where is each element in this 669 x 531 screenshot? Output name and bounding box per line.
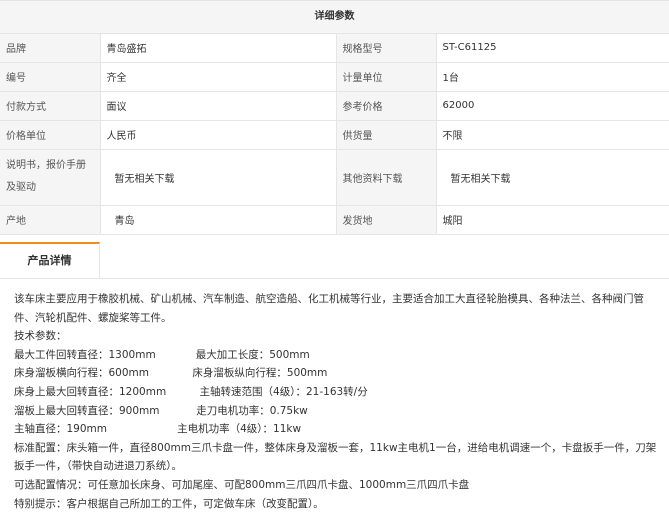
detail-tabs: 产品详情 [0,242,669,279]
download-link[interactable]: 暂无相关下载 [99,149,336,206]
description-line: 技术参数： [14,330,67,343]
spec-label: 计量单位 [335,62,436,92]
download-link[interactable]: 暂无相关下载 [435,149,669,206]
spec-value: 不限 [435,120,669,150]
description-line: 床身溜板横向行程：600mm 床身溜板纵向行程：500mm [14,367,328,380]
spec-label: 参考价格 [335,91,436,121]
description-line: 主轴直径：190mm 主电机功率（4级）：11kw [14,423,302,436]
description-line: 溜板上最大回转直径：900mm 走刀电机功率：0.75kw [14,404,308,417]
description-line: 该车床主要应用于橡胶机械、矿山机械、汽车制造、航空造船、化工机械等行业，主要适合… [14,293,644,324]
spec-label: 规格型号 [335,34,436,63]
description-line: 特别提示：客户根据自己所加工的工件，可定做车床（改变配置）。 [14,497,324,510]
spec-row: 付款方式 面议 参考价格 62000 [0,91,669,121]
spec-label: 付款方式 [0,91,100,121]
spec-value: 1台 [435,62,669,92]
spec-value: 齐全 [99,62,336,92]
spec-value: 青岛 [99,205,336,235]
spec-value: 人民币 [99,120,336,150]
spec-label: 价格单位 [0,120,100,150]
spec-value: 城阳 [435,205,669,235]
spec-table: 详细参数 品牌 青岛盛拓 规格型号 ST-C61125 编号 齐全 计量单位 1… [0,0,669,235]
spec-label: 发货地 [335,205,436,235]
spec-value: ST-C61125 [435,34,669,63]
spec-value: 面议 [99,91,336,121]
spec-value: 青岛盛拓 [99,34,336,63]
spec-value: 62000 [435,91,669,121]
description-line: 可选配置情况：可任意加长床身、可加尾座、可配800mm三爪四爪卡盘、1000mm… [14,478,470,491]
spec-row: 价格单位 人民币 供货量 不限 [0,120,669,150]
product-description: 该车床主要应用于橡胶机械、矿山机械、汽车制造、航空造船、化工机械等行业，主要适合… [14,290,664,513]
tab-product-details[interactable]: 产品详情 [0,242,100,278]
spec-label: 产地 [0,205,100,235]
spec-row: 编号 齐全 计量单位 1台 [0,62,669,92]
description-line: 最大工件回转直径：1300mm 最大加工长度：500mm [14,348,310,361]
spec-label: 编号 [0,62,100,92]
spec-header: 详细参数 [0,0,669,34]
spec-row: 说明书，报价手册及驱动 暂无相关下载 其他资料下载 暂无相关下载 [0,149,669,206]
description-line: 床身上最大回转直径：1200mm 主轴转速范围（4级）：21-163转/分 [14,385,368,398]
spec-label: 供货量 [335,120,436,150]
spec-label: 其他资料下载 [335,149,436,206]
spec-label: 品牌 [0,34,100,63]
spec-grid: 品牌 青岛盛拓 规格型号 ST-C61125 编号 齐全 计量单位 1台 付款方… [0,34,669,235]
description-line: 标准配置：床头箱一件，直径800mm三爪卡盘一件，整体床身及溜板一套，11kw主… [14,441,657,473]
spec-row: 产地 青岛 发货地 城阳 [0,205,669,235]
spec-label: 说明书，报价手册及驱动 [0,149,100,206]
spec-row: 品牌 青岛盛拓 规格型号 ST-C61125 [0,34,669,63]
